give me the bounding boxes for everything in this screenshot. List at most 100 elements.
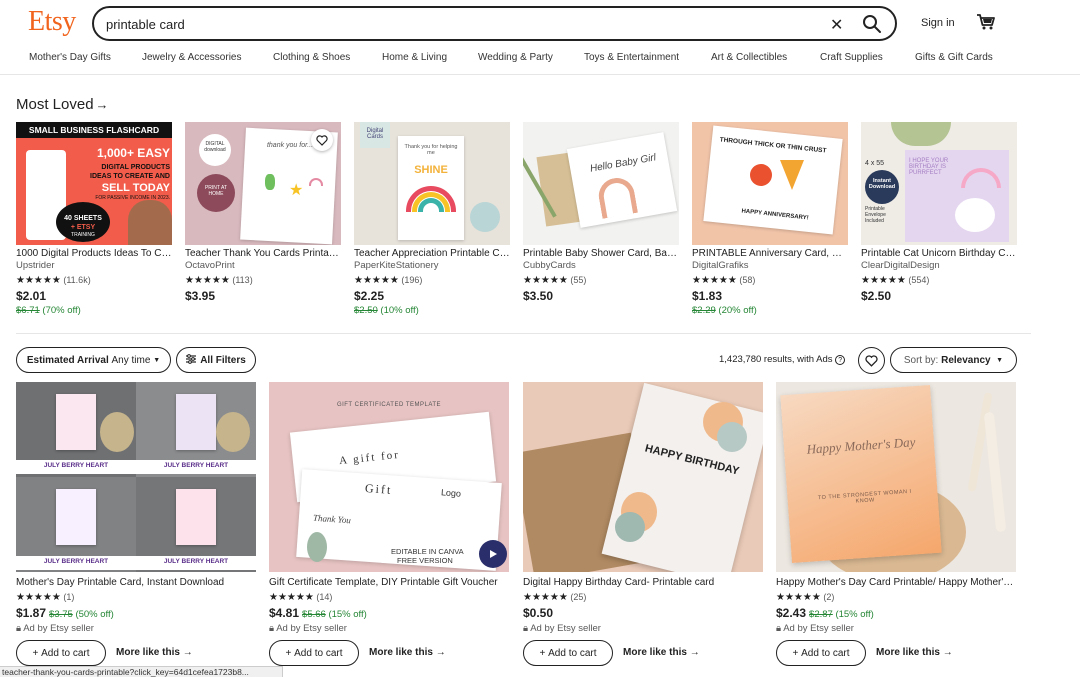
listing-card[interactable]: Happy Mother's Day TO THE STRONGEST WOMA…	[776, 382, 1016, 666]
plus-icon: +	[32, 647, 39, 659]
nav-item[interactable]: Home & Living	[382, 52, 447, 63]
nav-item[interactable]: Wedding & Party	[478, 52, 553, 63]
listing-image[interactable]: SMALL BUSINESS FLASHCARD 1,000+ EASY DIG…	[16, 122, 172, 245]
listing-title[interactable]: Printable Baby Shower Card, Baby Girl	[523, 248, 679, 259]
price: $4.81 $5.66 (15% off)	[269, 606, 367, 620]
nav-item[interactable]: Toys & Entertainment	[584, 52, 679, 63]
listing-image[interactable]: THROUGH THICK OR THIN CRUST HAPPY ANNIVE…	[692, 122, 848, 245]
most-loved-card[interactable]: 4 x 55 Instant Download Printable Envelo…	[861, 122, 1017, 303]
listing-image[interactable]: GIFT CERTIFICATED TEMPLATE A gift for Gi…	[269, 382, 509, 572]
listing-title[interactable]: 1000 Digital Products Ideas To Create an…	[16, 248, 172, 259]
shop-name: OctavoPrint	[185, 260, 235, 271]
most-loved-card[interactable]: thank you for... DIGITAL download PRINT …	[185, 122, 341, 303]
listing-title[interactable]: Teacher Thank You Cards Printable	[185, 248, 341, 259]
filter-sliders-icon	[186, 353, 197, 367]
shop-name: Upstrider	[16, 260, 55, 271]
ad-label: 🔒︎ Ad by Etsy seller	[776, 623, 854, 634]
rating: ★★★★★ (58)	[692, 275, 756, 286]
listing-title[interactable]: Mother's Day Printable Card, Instant Dow…	[16, 577, 256, 588]
most-loved-card[interactable]: SMALL BUSINESS FLASHCARD 1,000+ EASY DIG…	[16, 122, 172, 316]
rating: ★★★★★ (113)	[185, 275, 253, 286]
category-nav: Mother's Day Gifts Jewelry & Accessories…	[0, 52, 1080, 68]
nav-item[interactable]: Craft Supplies	[820, 52, 883, 63]
caret-down-icon: ▼	[153, 356, 161, 364]
search-bar: ✕	[92, 6, 897, 41]
listing-image[interactable]: Happy Mother's Day TO THE STRONGEST WOMA…	[776, 382, 1016, 572]
more-like-this-link[interactable]: More like this →	[369, 647, 446, 658]
price: $1.83	[692, 289, 723, 303]
search-icon[interactable]	[862, 14, 882, 39]
listing-card[interactable]: GIFT CERTIFICATED TEMPLATE A gift for Gi…	[269, 382, 509, 666]
save-search-heart-icon[interactable]	[858, 347, 885, 374]
star-rating-icon: ★★★★★	[354, 275, 399, 286]
price: $3.50	[523, 289, 554, 303]
clear-search-icon[interactable]: ✕	[830, 15, 843, 35]
ad-label: 🔒︎ Ad by Etsy seller	[269, 623, 347, 634]
listing-image[interactable]: 4 x 55 Instant Download Printable Envelo…	[861, 122, 1017, 245]
listing-title[interactable]: Gift Certificate Template, DIY Printable…	[269, 577, 509, 588]
etsy-logo[interactable]: Etsy	[28, 6, 76, 38]
estimated-arrival-dropdown[interactable]: Estimated Arrival Any time ▼	[16, 347, 171, 373]
status-bar-url: teacher-thank-you-cards-printable?click_…	[0, 666, 283, 677]
nav-item[interactable]: Mother's Day Gifts	[29, 52, 111, 63]
add-to-cart-button[interactable]: + Add to cart	[523, 640, 613, 666]
listing-actions: + Add to cart More like this →	[523, 640, 763, 666]
plus-icon: +	[285, 647, 292, 659]
most-loved-card[interactable]: THROUGH THICK OR THIN CRUST HAPPY ANNIVE…	[692, 122, 848, 316]
arrow-right-icon: →	[942, 647, 953, 658]
price: $0.50	[523, 606, 554, 620]
cart-icon[interactable]	[976, 13, 996, 36]
search-input[interactable]	[106, 14, 806, 34]
most-loved-card[interactable]: Hello Baby Girl Printable Baby Shower Ca…	[523, 122, 679, 303]
star-rating-icon: ★★★★★	[523, 592, 568, 603]
listing-image[interactable]: Hello Baby Girl	[523, 122, 679, 245]
listing-title[interactable]: PRINTABLE Anniversary Card, Pizza Card	[692, 248, 848, 259]
most-loved-heading[interactable]: Most Loved →	[16, 96, 109, 113]
results-count: 1,423,780 results, with Ads ?	[719, 354, 846, 365]
rating: ★★★★★ (1)	[16, 592, 75, 603]
listing-title[interactable]: Teacher Appreciation Printable Card	[354, 248, 510, 259]
all-filters-button[interactable]: All Filters	[176, 347, 256, 373]
listing-card[interactable]: JULY BERRY HEART JULY BERRY HEART JULY B…	[16, 382, 256, 666]
rating: ★★★★★ (2)	[776, 592, 835, 603]
listing-title[interactable]: Digital Happy Birthday Card- Printable c…	[523, 577, 763, 588]
price: $2.25	[354, 289, 385, 303]
sign-in-link[interactable]: Sign in	[921, 17, 955, 29]
star-rating-icon: ★★★★★	[185, 275, 230, 286]
nav-item[interactable]: Clothing & Shoes	[273, 52, 350, 63]
listing-image[interactable]: Digital Cards Thank you for helping me S…	[354, 122, 510, 245]
rating: ★★★★★ (554)	[861, 275, 930, 286]
rating: ★★★★★ (55)	[523, 275, 587, 286]
listing-actions: + Add to cart More like this →	[269, 640, 509, 666]
nav-item[interactable]: Jewelry & Accessories	[142, 52, 241, 63]
listing-title[interactable]: Printable Cat Unicorn Birthday Card	[861, 248, 1017, 259]
discount-info: $2.29 (20% off)	[692, 305, 757, 316]
more-like-this-link[interactable]: More like this →	[116, 647, 193, 658]
listing-image[interactable]: thank you for... DIGITAL download PRINT …	[185, 122, 341, 245]
arrow-right-icon: →	[689, 647, 700, 658]
listing-image[interactable]: JULY BERRY HEART JULY BERRY HEART JULY B…	[16, 382, 256, 572]
sort-dropdown[interactable]: Sort by: Relevancy ▼	[890, 347, 1017, 373]
shop-name: PaperKiteStationery	[354, 260, 439, 271]
listing-card[interactable]: HAPPY BIRTHDAY Digital Happy Birthday Ca…	[523, 382, 763, 666]
nav-item[interactable]: Art & Collectibles	[711, 52, 787, 63]
more-like-this-link[interactable]: More like this →	[876, 647, 953, 658]
listing-title[interactable]: Happy Mother's Day Card Printable/ Happy…	[776, 577, 1016, 588]
nav-item[interactable]: Gifts & Gift Cards	[915, 52, 993, 63]
listing-image[interactable]: HAPPY BIRTHDAY	[523, 382, 763, 572]
most-loved-card[interactable]: Digital Cards Thank you for helping me S…	[354, 122, 510, 316]
site-header: Etsy ✕ Sign in Mother's Day Gifts Jewelr…	[0, 0, 1080, 75]
play-icon[interactable]	[479, 540, 507, 568]
listing-actions: + Add to cart More like this →	[776, 640, 1016, 666]
rating: ★★★★★ (196)	[354, 275, 423, 286]
star-rating-icon: ★★★★★	[269, 592, 314, 603]
favorite-heart-icon[interactable]	[311, 129, 333, 151]
add-to-cart-button[interactable]: + Add to cart	[269, 640, 359, 666]
add-to-cart-button[interactable]: + Add to cart	[776, 640, 866, 666]
shop-name: CubbyCards	[523, 260, 576, 271]
more-like-this-link[interactable]: More like this →	[623, 647, 700, 658]
add-to-cart-button[interactable]: + Add to cart	[16, 640, 106, 666]
help-icon[interactable]: ?	[835, 355, 846, 365]
lock-icon: 🔒︎	[776, 623, 782, 634]
section-divider	[16, 333, 1031, 334]
